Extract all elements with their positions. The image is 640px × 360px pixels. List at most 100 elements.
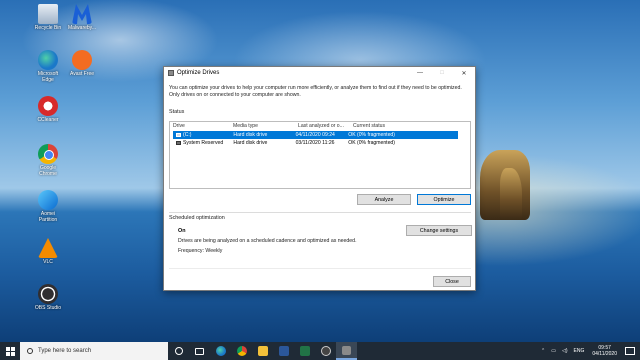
language-indicator[interactable]: ENG xyxy=(574,348,585,354)
optimize-button[interactable]: Optimize xyxy=(417,194,471,205)
search-icon xyxy=(27,348,33,354)
hard-drive-icon xyxy=(176,132,181,137)
taskbar-clock[interactable]: 09:57 04/11/2020 xyxy=(592,345,617,357)
desktop-icon-avast[interactable]: Avast Free xyxy=(66,50,98,77)
taskbar-chrome[interactable] xyxy=(231,342,252,360)
scheduled-section-label: Scheduled optimization xyxy=(169,215,225,221)
edge-icon xyxy=(215,346,226,356)
taskbar-edge[interactable] xyxy=(210,342,231,360)
taskbar-word[interactable] xyxy=(273,342,294,360)
analyze-button[interactable]: Analyze xyxy=(357,194,411,205)
desktop-screen: Recycle Bin Malwareby... Microsoft Edge … xyxy=(0,0,640,360)
footer-divider xyxy=(169,268,471,269)
malwarebytes-icon xyxy=(72,4,92,24)
action-center-icon[interactable] xyxy=(625,347,635,355)
chrome-icon xyxy=(236,346,247,356)
taskbar-excel[interactable] xyxy=(294,342,315,360)
word-icon xyxy=(278,346,289,356)
show-hidden-icons-icon[interactable]: ⌃ xyxy=(541,348,545,354)
desktop-icon-ccleaner[interactable]: CCleaner xyxy=(32,96,64,123)
drive-cell: System Reserved xyxy=(173,140,230,146)
drive-list[interactable]: Drive Media type Last analyzed or o... C… xyxy=(169,121,471,189)
last-analyzed-cell: 04/11/2020 09:24 xyxy=(295,132,335,138)
avast-icon xyxy=(72,50,92,70)
wallpaper-rock-small xyxy=(500,168,522,220)
task-view-icon xyxy=(195,347,204,355)
desktop-icon-label: Malwareby... xyxy=(68,25,96,31)
desktop-icon-recycle-bin[interactable]: Recycle Bin xyxy=(32,4,64,31)
desktop-icon-label: OBS Studio xyxy=(34,305,62,311)
media-type-cell: Hard disk drive xyxy=(233,140,268,146)
desktop-icon-label: Google Chrome xyxy=(39,165,57,177)
desktop-icon-label: Recycle Bin xyxy=(34,25,62,31)
recycle-bin-icon xyxy=(38,4,58,24)
taskbar: Type here to search ⌃ ▭ ◁) ENG 09:57 04/… xyxy=(0,342,640,360)
task-view-button[interactable] xyxy=(189,342,210,360)
column-header-media-type[interactable]: Media type xyxy=(230,123,295,129)
taskbar-file-explorer[interactable] xyxy=(252,342,273,360)
taskbar-optimize-drives[interactable] xyxy=(336,342,357,360)
column-header-last-analyzed[interactable]: Last analyzed or o... xyxy=(295,123,350,129)
desktop-icon-label: Avast Free xyxy=(69,71,95,77)
desktop-icon-obs[interactable]: OBS Studio xyxy=(32,284,64,311)
drive-name: System Reserved xyxy=(183,140,224,146)
ccleaner-icon xyxy=(38,96,58,116)
desktop-icon-malwarebytes[interactable]: Malwareby... xyxy=(66,4,98,31)
aomei-icon xyxy=(38,190,58,210)
current-status-cell: OK (0% fragmented) xyxy=(348,140,395,146)
folder-icon xyxy=(257,346,268,356)
optimize-drives-dialog: Optimize Drives — □ ✕ You can optimize y… xyxy=(163,66,476,291)
network-icon[interactable]: ▭ xyxy=(551,348,556,354)
desktop-icon-aomei[interactable]: Aomei Partition xyxy=(32,190,64,223)
volume-icon[interactable]: ◁) xyxy=(562,348,568,354)
intro-text: You can optimize your drives to help you… xyxy=(169,85,462,98)
drive-cell: (C:) xyxy=(173,132,230,138)
drive-row-c[interactable]: (C:) Hard disk drive 04/11/2020 09:24 OK… xyxy=(173,131,458,139)
clock-date: 04/11/2020 xyxy=(592,351,617,357)
desktop-icon-vlc[interactable]: VLC xyxy=(32,238,64,265)
close-window-button[interactable]: ✕ xyxy=(453,67,475,79)
minimize-button[interactable]: — xyxy=(409,67,431,79)
excel-icon xyxy=(299,346,310,356)
cortana-icon xyxy=(174,347,183,355)
desktop-icon-label: Microsoft Edge xyxy=(37,71,59,83)
current-status-cell: OK (0% fragmented) xyxy=(348,132,395,138)
taskbar-search-box[interactable]: Type here to search xyxy=(20,342,168,360)
taskbar-app[interactable] xyxy=(315,342,336,360)
dialog-title: Optimize Drives xyxy=(177,70,220,76)
search-placeholder: Type here to search xyxy=(38,348,92,354)
obs-icon xyxy=(38,284,58,304)
defrag-app-icon xyxy=(168,70,174,76)
status-section-label: Status xyxy=(169,109,185,115)
schedule-description: Drives are being analyzed on a scheduled… xyxy=(178,238,357,244)
drive-name: (C:) xyxy=(183,132,192,138)
desktop-icon-label: Aomei Partition xyxy=(38,211,58,223)
system-tray: ⌃ ▭ ◁) ENG 09:57 04/11/2020 xyxy=(538,342,640,360)
cortana-button[interactable] xyxy=(168,342,189,360)
vlc-icon xyxy=(38,238,58,258)
last-analyzed-cell: 03/11/2020 11:26 xyxy=(295,140,335,146)
desktop-icon-edge[interactable]: Microsoft Edge xyxy=(32,50,64,83)
desktop-icon-label: VLC xyxy=(43,259,53,265)
media-type-cell: Hard disk drive xyxy=(233,132,268,138)
schedule-state: On xyxy=(178,228,186,234)
maximize-button: □ xyxy=(440,70,444,76)
schedule-frequency: Frequency: Weekly xyxy=(178,248,223,254)
desktop-icon-chrome[interactable]: Google Chrome xyxy=(32,144,64,177)
hard-drive-icon xyxy=(176,140,181,145)
start-button[interactable] xyxy=(0,342,20,360)
edge-icon xyxy=(38,50,58,70)
defrag-icon xyxy=(342,345,351,355)
change-settings-button[interactable]: Change settings xyxy=(406,225,472,236)
windows-logo-icon xyxy=(5,346,15,356)
drive-row-system-reserved[interactable]: System Reserved Hard disk drive 03/11/20… xyxy=(173,139,458,147)
drive-list-header: Drive Media type Last analyzed or o... C… xyxy=(170,122,470,131)
column-header-drive[interactable]: Drive xyxy=(170,123,230,129)
chrome-icon xyxy=(38,144,58,164)
section-divider xyxy=(169,212,471,213)
column-header-current-status[interactable]: Current status xyxy=(350,123,468,129)
close-button[interactable]: Close xyxy=(433,276,471,287)
app-icon xyxy=(320,346,331,356)
dialog-titlebar[interactable]: Optimize Drives — □ ✕ xyxy=(164,67,475,79)
desktop-icon-label: CCleaner xyxy=(37,117,59,123)
